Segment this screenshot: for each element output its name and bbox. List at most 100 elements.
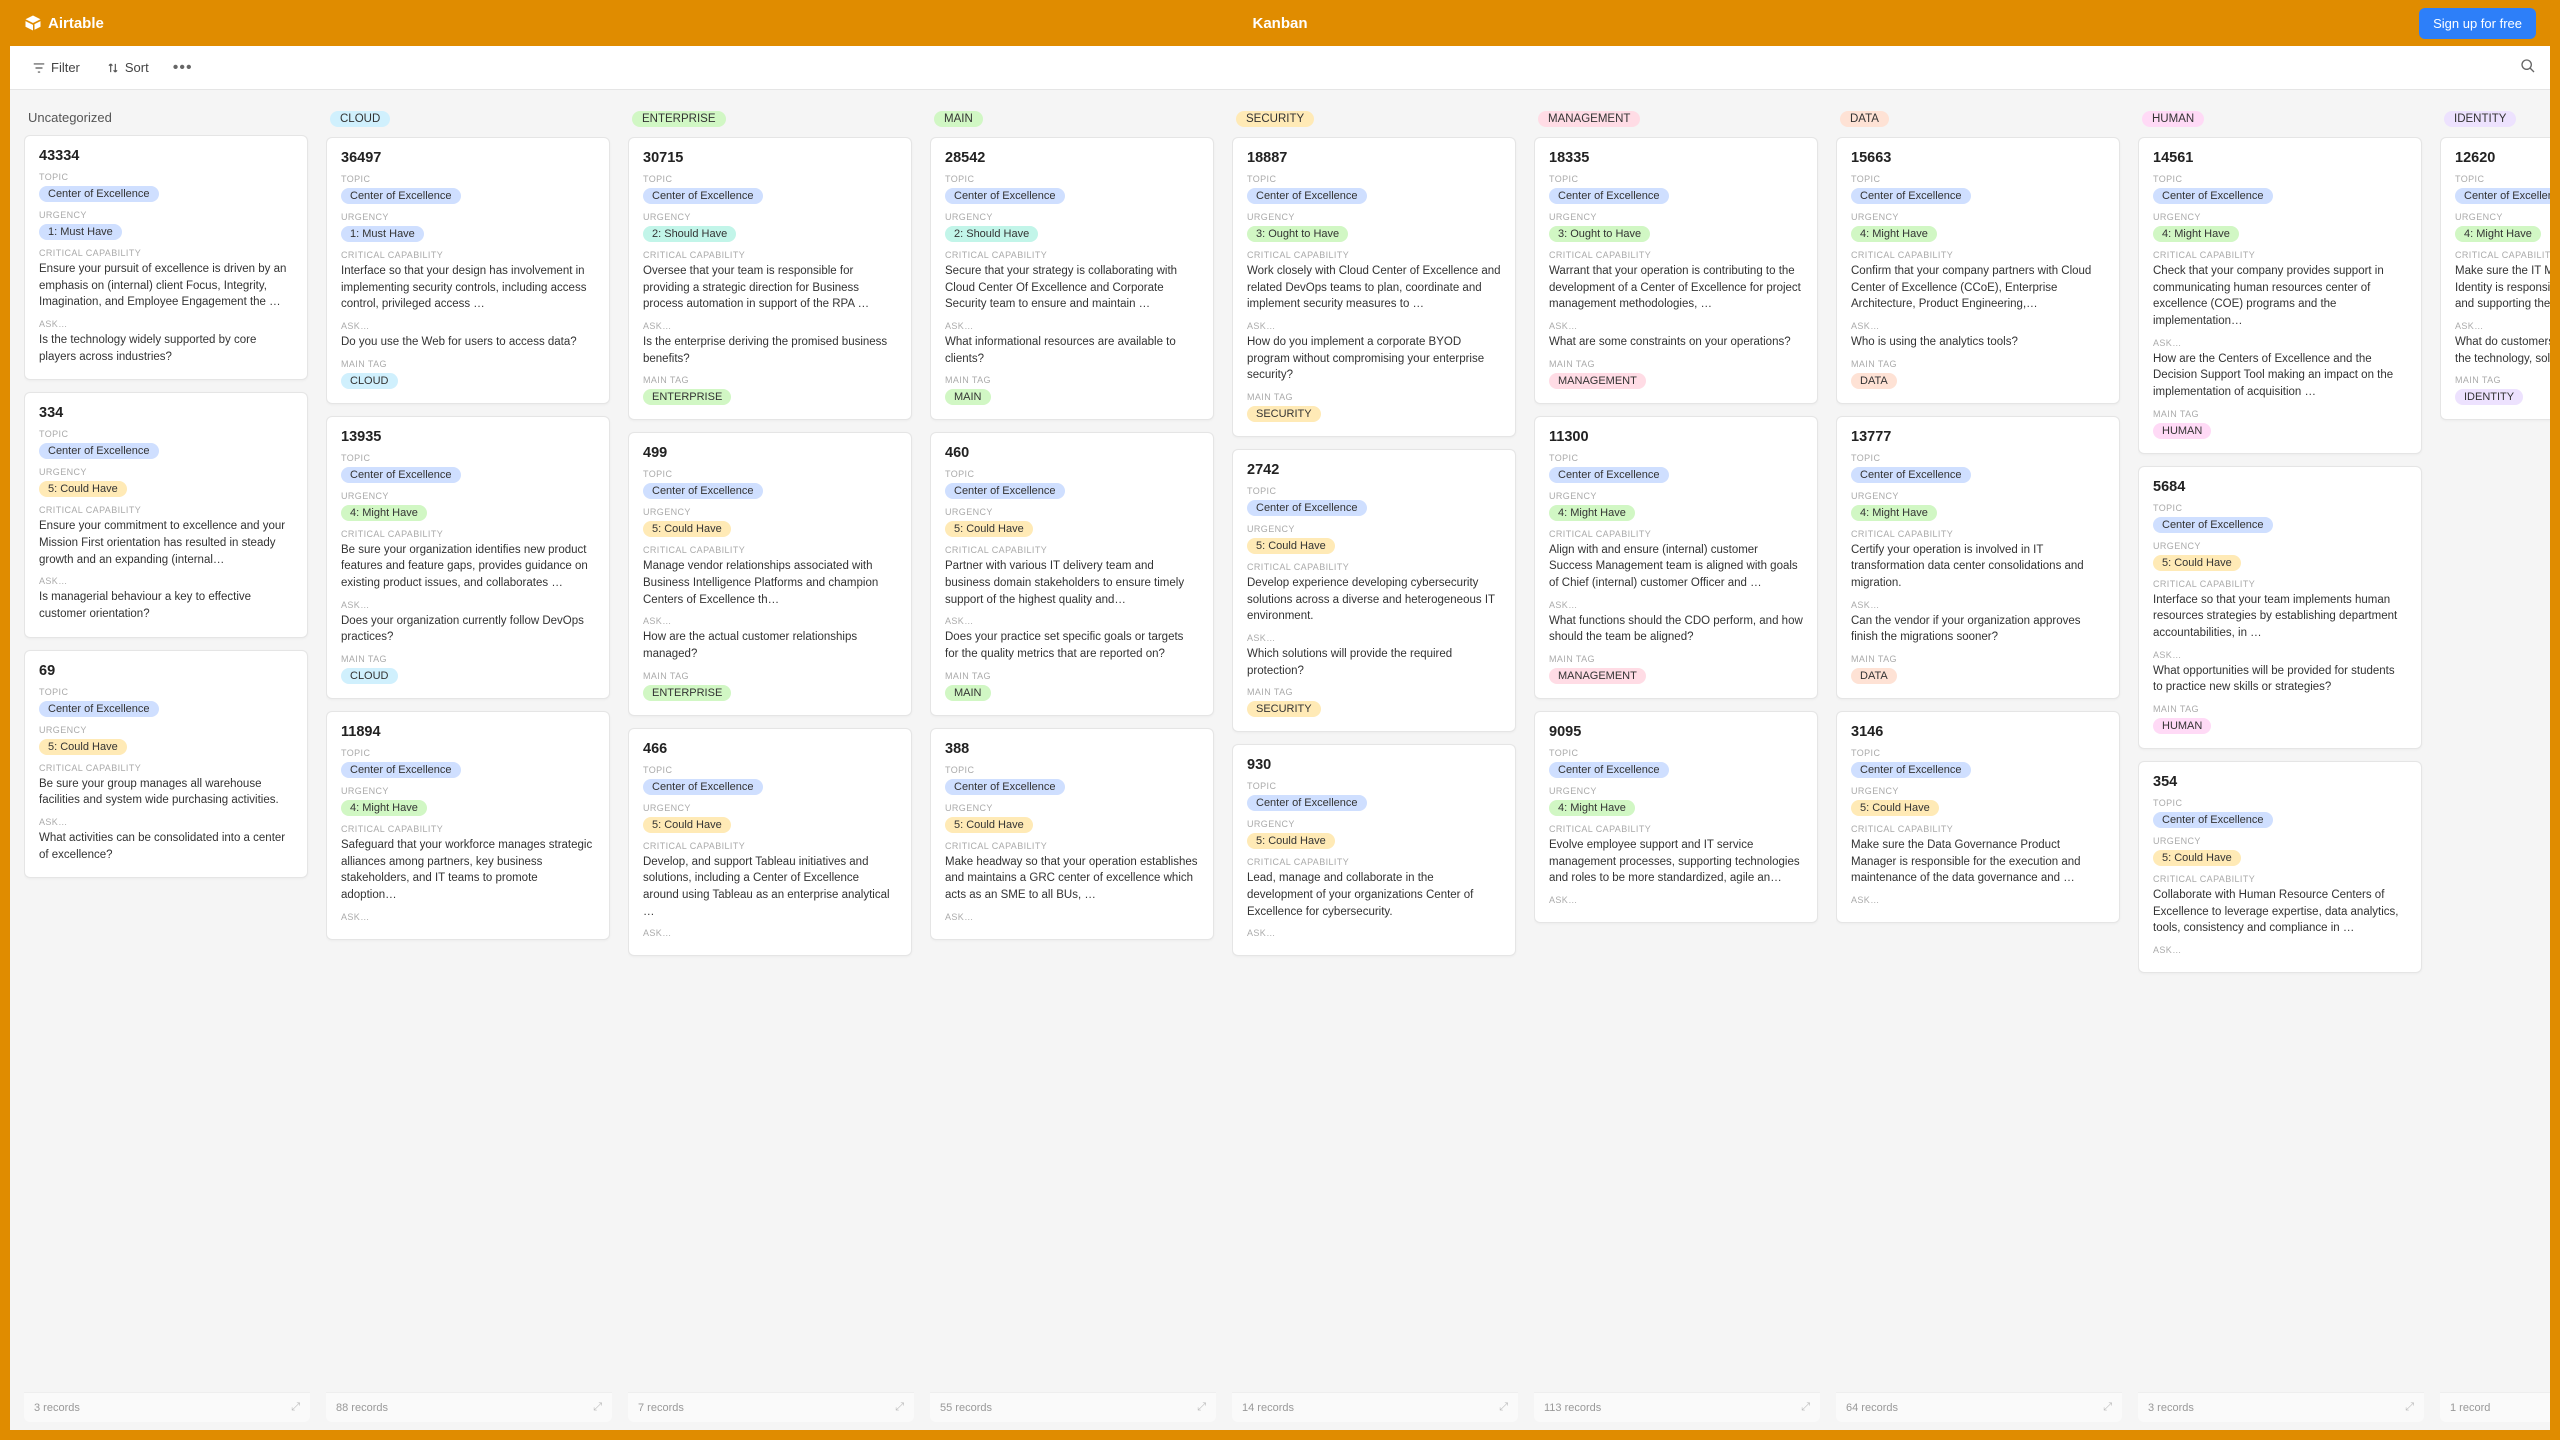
field-label: ASK… bbox=[1549, 600, 1803, 610]
search-button[interactable] bbox=[2520, 58, 2536, 77]
logo[interactable]: Airtable bbox=[24, 14, 104, 32]
card[interactable]: 28542TOPICCenter of ExcellenceURGENCY2: … bbox=[930, 137, 1214, 420]
column-header[interactable]: ENTERPRISE bbox=[628, 104, 914, 137]
card-list[interactable]: 14561TOPICCenter of ExcellenceURGENCY4: … bbox=[2138, 137, 2424, 1386]
card[interactable]: 499TOPICCenter of ExcellenceURGENCY5: Co… bbox=[628, 432, 912, 715]
expand-icon[interactable]: ⤢ bbox=[1499, 1401, 1508, 1414]
card[interactable]: 36497TOPICCenter of ExcellenceURGENCY1: … bbox=[326, 137, 610, 404]
more-menu[interactable]: ••• bbox=[167, 55, 199, 81]
sort-button[interactable]: Sort bbox=[98, 55, 157, 80]
expand-icon[interactable]: ⤢ bbox=[291, 1401, 300, 1414]
card[interactable]: 388TOPICCenter of ExcellenceURGENCY5: Co… bbox=[930, 728, 1214, 940]
card-list[interactable]: 12620TOPICCenter of ExcellenceURGENCY4: … bbox=[2440, 137, 2550, 1386]
chip: DATA bbox=[1851, 668, 1897, 684]
card-list[interactable]: 28542TOPICCenter of ExcellenceURGENCY2: … bbox=[930, 137, 1216, 1386]
card[interactable]: 15663TOPICCenter of ExcellenceURGENCY4: … bbox=[1836, 137, 2120, 404]
card-list[interactable]: 15663TOPICCenter of ExcellenceURGENCY4: … bbox=[1836, 137, 2122, 1386]
chip: HUMAN bbox=[2153, 718, 2211, 734]
card[interactable]: 930TOPICCenter of ExcellenceURGENCY5: Co… bbox=[1232, 744, 1516, 956]
filter-button[interactable]: Filter bbox=[24, 55, 88, 80]
field-label: ASK… bbox=[1247, 321, 1501, 331]
field-label: MAIN TAG bbox=[1549, 654, 1803, 664]
column-cloud: CLOUD36497TOPICCenter of ExcellenceURGEN… bbox=[326, 104, 612, 1422]
chip: Center of Excellence bbox=[1247, 500, 1367, 516]
column-header[interactable]: MAIN bbox=[930, 104, 1216, 137]
card[interactable]: 30715TOPICCenter of ExcellenceURGENCY2: … bbox=[628, 137, 912, 420]
card[interactable]: 5684TOPICCenter of ExcellenceURGENCY5: C… bbox=[2138, 466, 2422, 749]
column-header[interactable]: Uncategorized bbox=[24, 104, 310, 135]
field-text: Is the enterprise deriving the promised … bbox=[643, 334, 897, 367]
card[interactable]: 13935TOPICCenter of ExcellenceURGENCY4: … bbox=[326, 416, 610, 699]
card[interactable]: 3146TOPICCenter of ExcellenceURGENCY5: C… bbox=[1836, 711, 2120, 923]
field-label: ASK… bbox=[945, 912, 1199, 922]
field-label: CRITICAL CAPABILITY bbox=[39, 763, 293, 773]
expand-icon[interactable]: ⤢ bbox=[1197, 1401, 1206, 1414]
field-text: Evolve employee support and IT service m… bbox=[1549, 837, 1803, 887]
card-list[interactable]: 43334TOPICCenter of ExcellenceURGENCY1: … bbox=[24, 135, 310, 1386]
sort-icon bbox=[106, 61, 120, 75]
field-label: CRITICAL CAPABILITY bbox=[341, 250, 595, 260]
chip: 5: Could Have bbox=[39, 739, 127, 755]
column-header[interactable]: IDENTITY bbox=[2440, 104, 2550, 137]
chip: ENTERPRISE bbox=[643, 685, 731, 701]
card-id: 36497 bbox=[341, 150, 595, 166]
card[interactable]: 14561TOPICCenter of ExcellenceURGENCY4: … bbox=[2138, 137, 2422, 454]
card-id: 334 bbox=[39, 405, 293, 421]
column-header[interactable]: CLOUD bbox=[326, 104, 612, 137]
card[interactable]: 43334TOPICCenter of ExcellenceURGENCY1: … bbox=[24, 135, 308, 380]
field-label: URGENCY bbox=[39, 467, 293, 477]
card[interactable]: 11894TOPICCenter of ExcellenceURGENCY4: … bbox=[326, 711, 610, 940]
card[interactable]: 12620TOPICCenter of ExcellenceURGENCY4: … bbox=[2440, 137, 2550, 420]
card-list[interactable]: 18335TOPICCenter of ExcellenceURGENCY3: … bbox=[1534, 137, 1820, 1386]
card[interactable]: 460TOPICCenter of ExcellenceURGENCY5: Co… bbox=[930, 432, 1214, 715]
card[interactable]: 11300TOPICCenter of ExcellenceURGENCY4: … bbox=[1534, 416, 1818, 699]
signup-button[interactable]: Sign up for free bbox=[2419, 8, 2536, 39]
kanban-board[interactable]: Uncategorized 43334TOPICCenter of Excelle… bbox=[10, 90, 2550, 1430]
chip: Center of Excellence bbox=[39, 186, 159, 202]
field-label: MAIN TAG bbox=[2153, 704, 2407, 714]
card[interactable]: 9095TOPICCenter of ExcellenceURGENCY4: M… bbox=[1534, 711, 1818, 923]
card-list[interactable]: 36497TOPICCenter of ExcellenceURGENCY1: … bbox=[326, 137, 612, 1386]
field-label: CRITICAL CAPABILITY bbox=[341, 824, 595, 834]
field-label: ASK… bbox=[341, 321, 595, 331]
card-list[interactable]: 30715TOPICCenter of ExcellenceURGENCY2: … bbox=[628, 137, 914, 1386]
card[interactable]: 18335TOPICCenter of ExcellenceURGENCY3: … bbox=[1534, 137, 1818, 404]
column-human: HUMAN 14561TOPICCenter of ExcellenceURGEN… bbox=[2138, 104, 2424, 1422]
chip: Center of Excellence bbox=[39, 701, 159, 717]
chip: 3: Ought to Have bbox=[1247, 226, 1348, 242]
card[interactable]: 334TOPICCenter of ExcellenceURGENCY5: Co… bbox=[24, 392, 308, 637]
expand-icon[interactable]: ⤢ bbox=[1801, 1401, 1810, 1414]
card[interactable]: 69TOPICCenter of ExcellenceURGENCY5: Cou… bbox=[24, 650, 308, 879]
column-header[interactable]: DATA bbox=[1836, 104, 2122, 137]
expand-icon[interactable]: ⤢ bbox=[2405, 1401, 2414, 1414]
card-id: 12620 bbox=[2455, 150, 2550, 166]
field-label: TOPIC bbox=[2153, 503, 2407, 513]
card[interactable]: 2742TOPICCenter of ExcellenceURGENCY5: C… bbox=[1232, 449, 1516, 732]
column-header[interactable]: HUMAN bbox=[2138, 104, 2424, 137]
card[interactable]: 13777TOPICCenter of ExcellenceURGENCY4: … bbox=[1836, 416, 2120, 699]
field-text: Check that your company provides support… bbox=[2153, 263, 2407, 330]
column-identity: IDENTITY12620TOPICCenter of ExcellenceUR… bbox=[2440, 104, 2550, 1422]
expand-icon[interactable]: ⤢ bbox=[895, 1401, 904, 1414]
card[interactable]: 466TOPICCenter of ExcellenceURGENCY5: Co… bbox=[628, 728, 912, 957]
expand-icon[interactable]: ⤢ bbox=[593, 1401, 602, 1414]
card[interactable]: 18887TOPICCenter of ExcellenceURGENCY3: … bbox=[1232, 137, 1516, 437]
field-text: Ensure your commitment to excellence and… bbox=[39, 518, 293, 568]
card[interactable]: 354TOPICCenter of ExcellenceURGENCY5: Co… bbox=[2138, 761, 2422, 973]
column-title: Uncategorized bbox=[28, 110, 112, 125]
card-id: 354 bbox=[2153, 774, 2407, 790]
column-tag: IDENTITY bbox=[2444, 111, 2516, 127]
chip: IDENTITY bbox=[2455, 389, 2523, 405]
field-label: TOPIC bbox=[643, 174, 897, 184]
card-list[interactable]: 18887TOPICCenter of ExcellenceURGENCY3: … bbox=[1232, 137, 1518, 1386]
column-header[interactable]: MANAGEMENT bbox=[1534, 104, 1820, 137]
field-label: TOPIC bbox=[1549, 453, 1803, 463]
column-footer: 3 records⤢ bbox=[2138, 1392, 2424, 1422]
column-header[interactable]: SECURITY bbox=[1232, 104, 1518, 137]
chip: Center of Excellence bbox=[1851, 467, 1971, 483]
card-id: 15663 bbox=[1851, 150, 2105, 166]
expand-icon[interactable]: ⤢ bbox=[2103, 1401, 2112, 1414]
field-text: Is managerial behaviour a key to effecti… bbox=[39, 589, 293, 622]
field-label: ASK… bbox=[39, 319, 293, 329]
column-tag: HUMAN bbox=[2142, 111, 2204, 127]
